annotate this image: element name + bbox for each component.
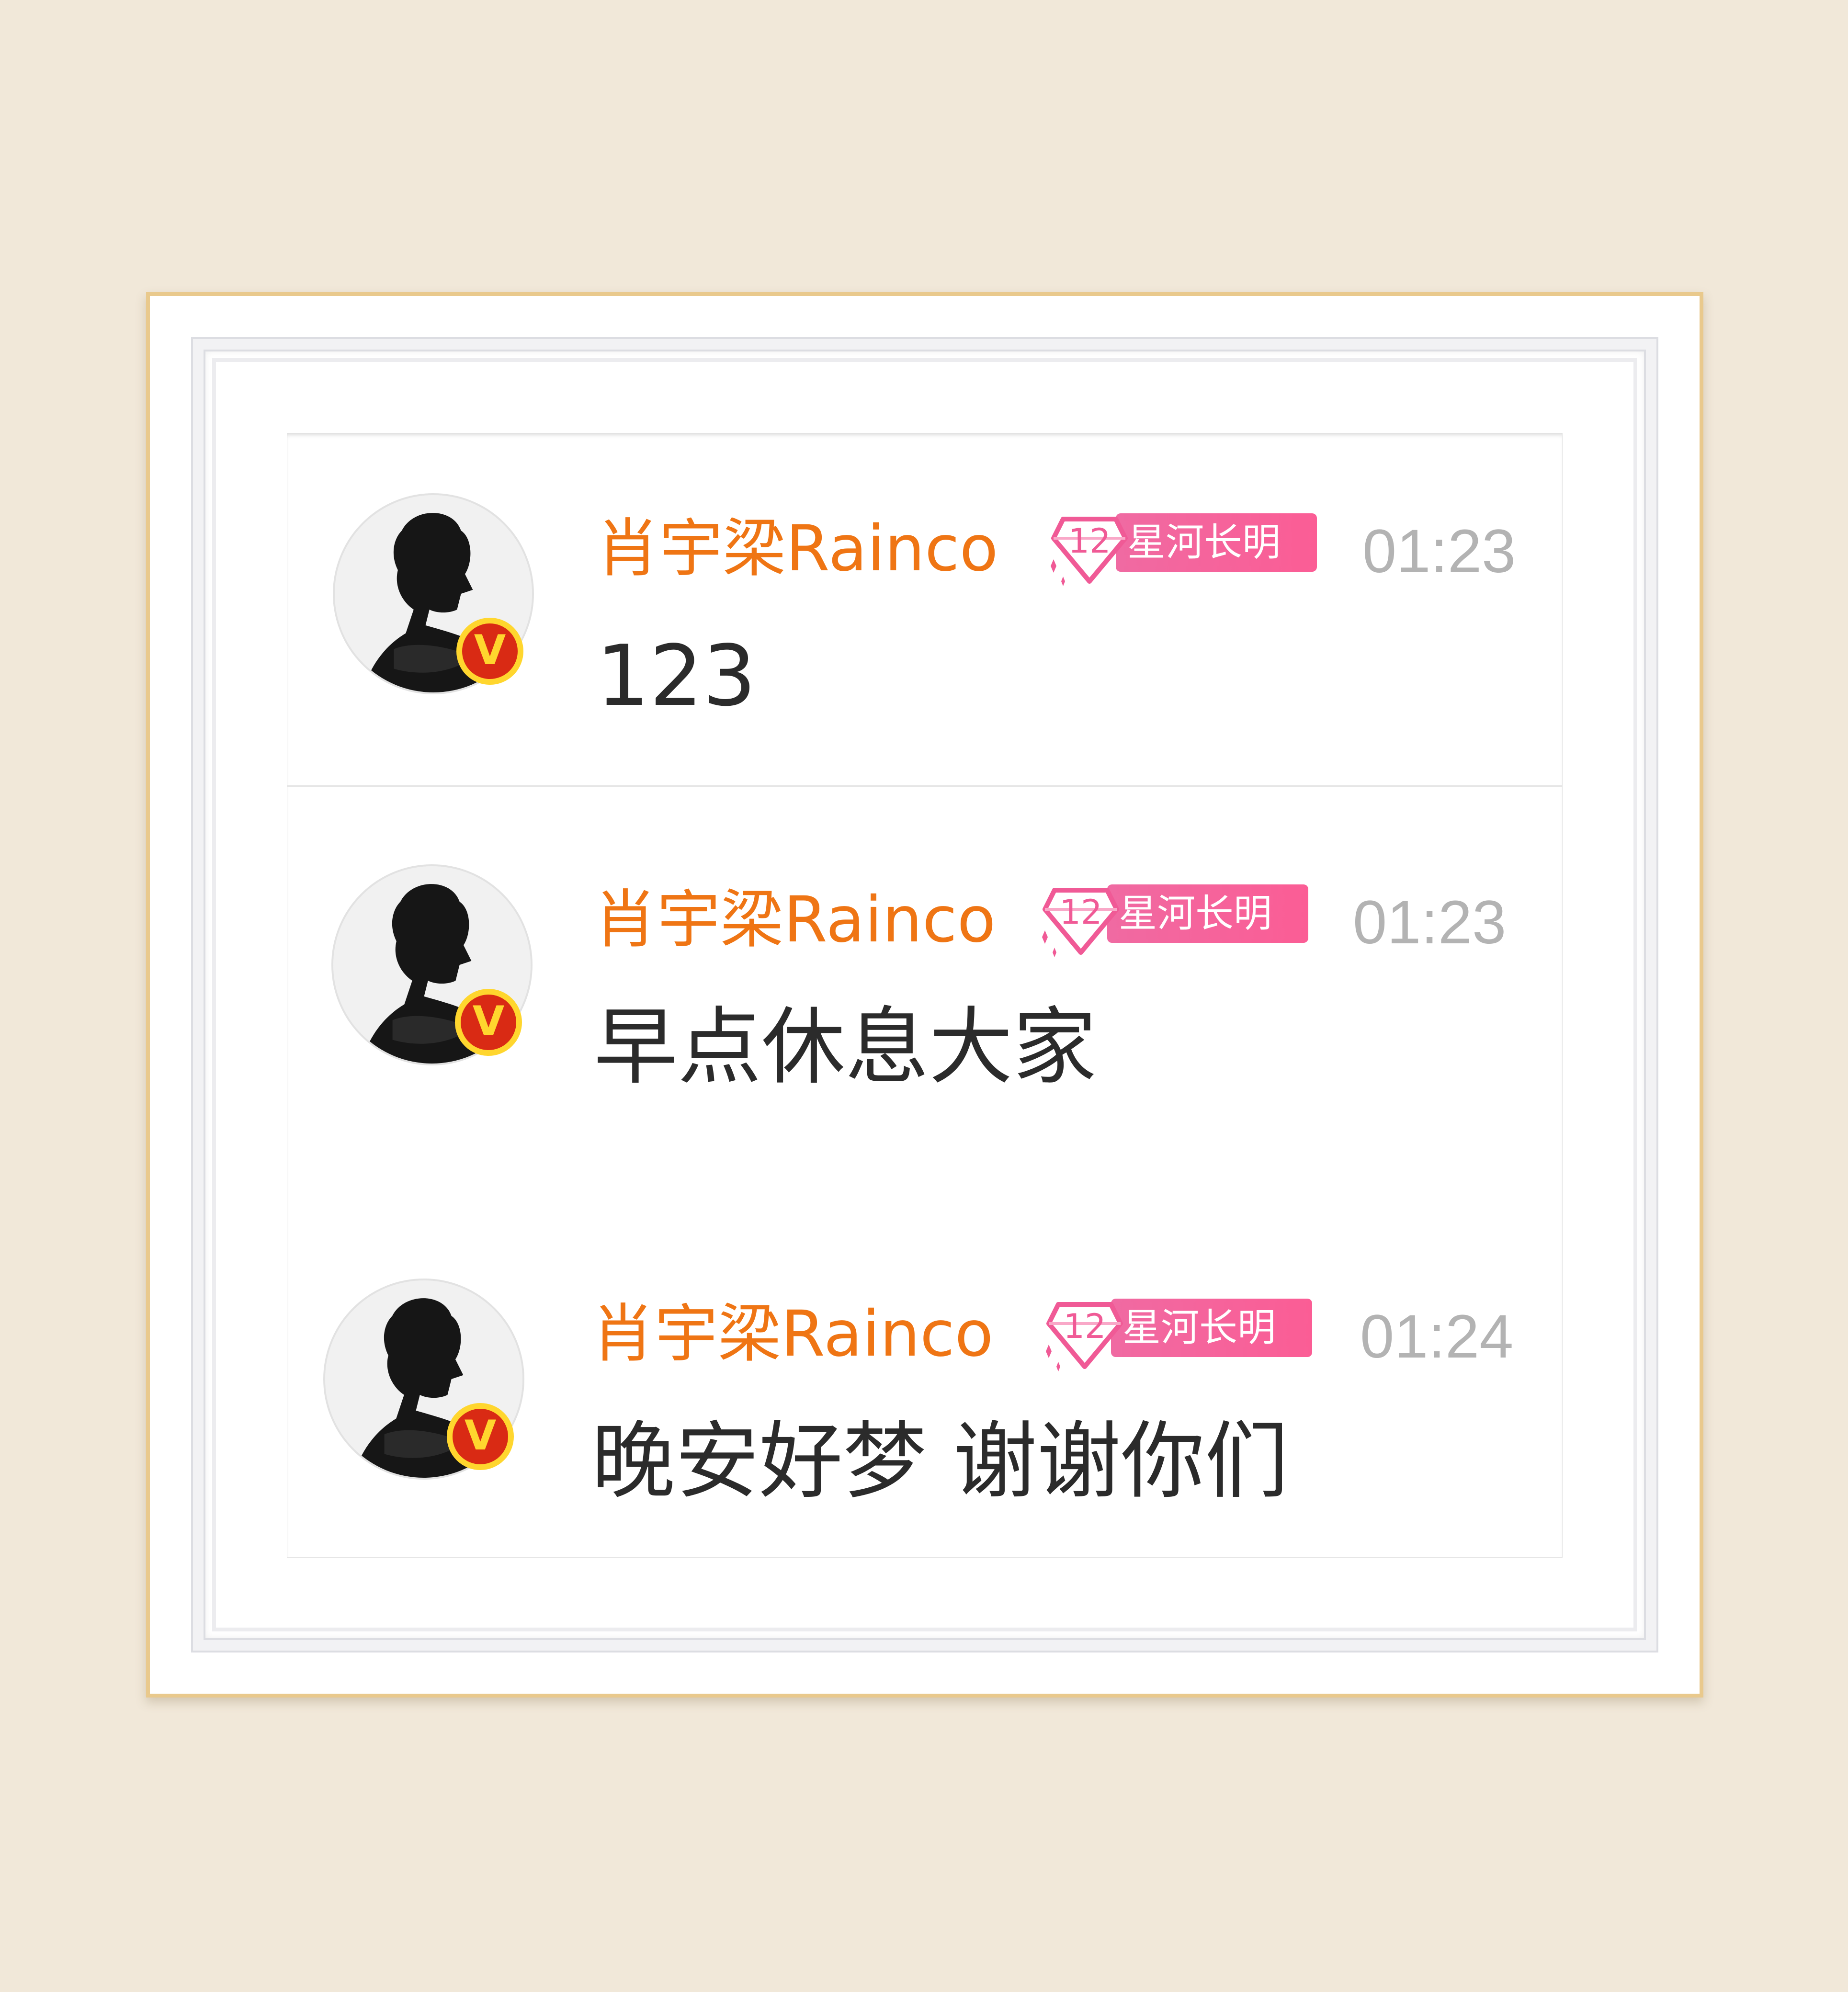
chat-message: V 肖宇梁Rainco 星河长明 12 01:23 123 (287, 493, 1562, 718)
avatar[interactable]: V (323, 1279, 524, 1480)
message-time: 01:24 (1360, 1302, 1514, 1371)
message-time: 01:23 (1362, 517, 1516, 586)
message-divider (287, 785, 1562, 787)
fan-badge-text: 星河长明 (1119, 891, 1272, 936)
fan-badge-text: 星河长明 (1127, 520, 1281, 565)
fan-badge-text: 星河长明 (1122, 1305, 1276, 1350)
fan-badge[interactable]: 星河长明 12 (1044, 509, 1317, 586)
avatar[interactable]: V (331, 864, 533, 1065)
chat-panel: V 肖宇梁Rainco 星河长明 12 01:23 123 V 肖宇梁Rainc… (287, 433, 1562, 1557)
verified-badge: V (456, 618, 523, 685)
chat-message: V 肖宇梁Rainco 星河长明 12 01:24 晚安好梦 谢谢你们 (287, 1279, 1562, 1504)
fan-badge-pill: 星河长明 (1107, 884, 1308, 943)
fan-level: 12 (1068, 521, 1111, 561)
verified-badge: V (455, 989, 522, 1056)
chat-message: V 肖宇梁Rainco 星河长明 12 01:23 早点休息大家 (287, 864, 1562, 1089)
author-name[interactable]: 肖宇梁Rainco (591, 1302, 993, 1366)
fan-level: 12 (1063, 1307, 1106, 1346)
author-name[interactable]: 肖宇梁Rainco (594, 888, 996, 951)
fan-badge[interactable]: 星河长明 12 (1035, 881, 1308, 957)
fan-level: 12 (1059, 893, 1102, 932)
fan-badge[interactable]: 星河长明 12 (1039, 1295, 1312, 1371)
message-text[interactable]: 晚安好梦 谢谢你们 (591, 1420, 1289, 1504)
fan-badge-pill: 星河长明 (1116, 513, 1317, 572)
author-name[interactable]: 肖宇梁Rainco (596, 517, 998, 580)
message-time: 01:23 (1353, 888, 1507, 957)
verified-badge: V (447, 1403, 514, 1470)
message-text[interactable]: 早点休息大家 (594, 1006, 1097, 1089)
avatar[interactable]: V (333, 493, 534, 694)
message-text[interactable]: 123 (596, 634, 756, 718)
fan-badge-pill: 星河长明 (1111, 1299, 1312, 1357)
